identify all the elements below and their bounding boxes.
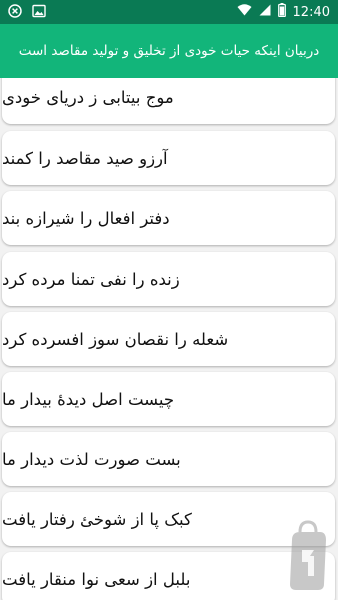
list-item[interactable]: موج بیتابی ز دریای خودی [2,78,335,124]
status-bar-system: 12:40 [237,3,330,21]
list-item-text: شعله را نقصان سوز افسرده کرد [2,329,229,349]
list-item[interactable]: بست صورت لذت دیدار ما [2,432,335,486]
list-item-text: دفتر افعال را شیرازه بند [2,208,170,228]
signal-icon [259,4,271,20]
list-item[interactable]: دفتر افعال را شیرازه بند [2,191,335,245]
list-item-text: بست صورت لذت دیدار ما [2,449,181,469]
list-item-text: آرزو صید مقاصد را کمند [2,148,168,168]
list-item[interactable]: بلبل از سعی نوا منقار یافت [2,552,335,600]
verse-list[interactable]: موج بیتابی ز دریای خودی آرزو صید مقاصد ر… [0,78,338,600]
list-item-text: کبک پا از شوخئ رفتار یافت [2,509,192,529]
list-item-text: چیست اصل دیدهٔ بیدار ما [2,389,175,409]
list-item[interactable]: چیست اصل دیدهٔ بیدار ما [2,372,335,426]
list-item[interactable]: شعله را نقصان سوز افسرده کرد [2,312,335,366]
image-icon [32,3,46,22]
status-time: 12:40 [292,4,330,20]
list-item[interactable]: زنده را نفی تمنا مرده کرد [2,252,335,306]
list-item-text: بلبل از سعی نوا منقار یافت [2,569,191,589]
status-bar: 12:40 [0,0,338,24]
page-title: دربیان اینکه حیات خودی از تخلیق و تولید … [18,43,320,59]
list-item-text: زنده را نفی تمنا مرده کرد [2,269,180,289]
list-item-text: موج بیتابی ز دریای خودی [2,87,174,107]
list-item[interactable]: آرزو صید مقاصد را کمند [2,131,335,185]
close-notification-icon [8,3,22,22]
app-bar: دربیان اینکه حیات خودی از تخلیق و تولید … [0,24,338,78]
battery-icon [277,3,286,21]
status-bar-notifications [8,3,46,22]
list-item[interactable]: کبک پا از شوخئ رفتار یافت [2,492,335,546]
wifi-icon [237,4,252,20]
